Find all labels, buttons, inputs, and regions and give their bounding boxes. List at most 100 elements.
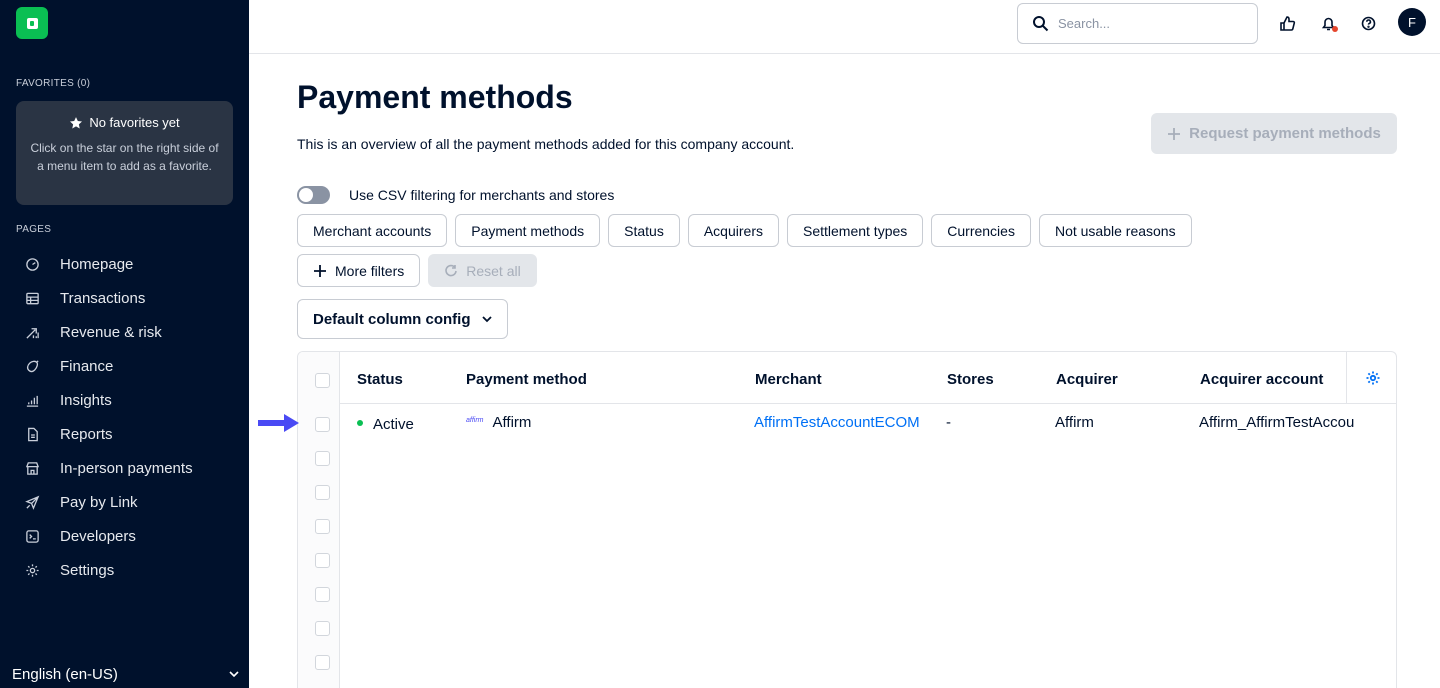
row-checkbox[interactable] — [315, 519, 330, 534]
column-header-stores[interactable]: Stores — [947, 371, 994, 388]
plus-icon — [314, 264, 326, 277]
filter-not-usable-reasons[interactable]: Not usable reasons — [1038, 214, 1192, 247]
sidebar-item-homepage[interactable]: Homepage — [0, 247, 249, 281]
feedback-icon[interactable] — [1276, 12, 1298, 34]
sidebar: FAVORITES (0) No favorites yet Click on … — [0, 0, 249, 688]
help-icon[interactable] — [1357, 12, 1379, 34]
affirm-logo-icon: affirm — [466, 416, 484, 424]
chart-arrow-icon — [24, 324, 40, 340]
app-root: FAVORITES (0) No favorites yet Click on … — [0, 0, 1440, 688]
sidebar-item-label: Pay by Link — [60, 493, 138, 511]
payment-method-cell: affirm Affirm — [466, 414, 531, 431]
favorites-empty-card: No favorites yet Click on the star on th… — [16, 101, 233, 205]
store-icon — [24, 460, 40, 476]
favorites-title: No favorites yet — [89, 115, 180, 130]
sidebar-item-pay-by-link[interactable]: Pay by Link — [0, 485, 249, 519]
filter-merchant-accounts[interactable]: Merchant accounts — [297, 214, 448, 247]
gear-icon — [24, 562, 40, 578]
sidebar-item-label: Finance — [60, 357, 114, 375]
more-filters-button[interactable]: More filters — [297, 254, 421, 287]
sidebar-nav: Homepage Transactions Revenue & risk Fin… — [0, 247, 249, 587]
column-header-acquirer-account[interactable]: Acquirer account — [1200, 371, 1323, 388]
plus-icon — [1168, 127, 1181, 140]
search-input[interactable] — [1058, 16, 1238, 31]
status-badge: Active — [373, 416, 414, 433]
column-header-merchant[interactable]: Merchant — [755, 371, 822, 388]
sidebar-item-settings[interactable]: Settings — [0, 553, 249, 587]
star-icon — [70, 116, 83, 128]
sidebar-item-in-person-payments[interactable]: In-person payments — [0, 451, 249, 485]
sidebar-item-developers[interactable]: Developers — [0, 519, 249, 553]
sidebar-item-label: Transactions — [60, 289, 146, 307]
filter-currencies[interactable]: Currencies — [931, 214, 1031, 247]
sidebar-item-revenue-risk[interactable]: Revenue & risk — [0, 315, 249, 349]
pointer-arrow-icon — [258, 414, 299, 432]
terminal-icon — [24, 528, 40, 544]
document-icon — [24, 426, 40, 442]
merchant-link[interactable]: AffirmTestAccountECOM — [754, 414, 920, 431]
coin-icon — [24, 358, 40, 374]
sidebar-item-insights[interactable]: Insights — [0, 383, 249, 417]
chevron-down-icon — [229, 671, 239, 678]
table-icon — [24, 290, 40, 306]
table-row: Active — [357, 416, 414, 433]
payment-methods-table: Status Payment method Merchant Stores Ac… — [297, 351, 1397, 688]
filter-payment-methods[interactable]: Payment methods — [455, 214, 601, 247]
search-icon — [1033, 16, 1049, 32]
pages-header: PAGES — [16, 224, 52, 235]
page-description: This is an overview of all the payment m… — [297, 136, 795, 152]
row-checkbox[interactable] — [315, 655, 330, 670]
csv-filter-label: Use CSV filtering for merchants and stor… — [349, 187, 615, 203]
sidebar-item-label: Developers — [60, 527, 136, 545]
select-all-checkbox[interactable] — [315, 373, 330, 388]
sidebar-item-reports[interactable]: Reports — [0, 417, 249, 451]
sidebar-item-label: Reports — [60, 425, 113, 443]
favorites-description: Click on the star on the right side of a… — [30, 141, 219, 173]
acquirer-cell: Affirm — [1055, 414, 1094, 431]
filter-settlement-types[interactable]: Settlement types — [786, 214, 924, 247]
paper-plane-icon — [24, 494, 40, 510]
filter-chips: Merchant accounts Payment methods Status… — [297, 214, 1192, 247]
checkbox-column — [298, 352, 340, 688]
gauge-icon — [24, 256, 40, 272]
sidebar-item-transactions[interactable]: Transactions — [0, 281, 249, 315]
top-bar: F — [249, 0, 1440, 54]
request-payment-methods-button[interactable]: Request payment methods — [1151, 113, 1397, 154]
brand-logo-icon[interactable] — [16, 7, 48, 39]
row-checkbox[interactable] — [315, 553, 330, 568]
language-selector[interactable]: English (en-US) — [12, 660, 242, 688]
csv-filter-toggle[interactable] — [297, 186, 330, 204]
bell-icon[interactable] — [1317, 12, 1339, 34]
row-checkbox[interactable] — [315, 587, 330, 602]
table-header: Status Payment method Merchant Stores Ac… — [340, 352, 1396, 433]
table-settings-button[interactable] — [1346, 352, 1396, 404]
filter-actions: More filters Reset all — [297, 254, 537, 287]
search-box[interactable] — [1017, 3, 1258, 44]
bar-chart-icon — [24, 392, 40, 408]
sidebar-item-label: Insights — [60, 391, 112, 409]
row-checkbox[interactable] — [315, 451, 330, 466]
row-checkbox[interactable] — [315, 485, 330, 500]
row-checkbox[interactable] — [315, 417, 330, 432]
acquirer-account-cell: Affirm_AffirmTestAccountECOM — [1199, 414, 1354, 431]
reset-all-button[interactable]: Reset all — [428, 254, 537, 287]
chevron-down-icon — [481, 316, 492, 323]
filter-acquirers[interactable]: Acquirers — [687, 214, 779, 247]
language-label: English (en-US) — [12, 665, 118, 683]
column-header-payment-method[interactable]: Payment method — [466, 371, 587, 388]
column-config-dropdown[interactable]: Default column config — [297, 299, 508, 339]
status-active-dot — [357, 420, 363, 427]
refresh-icon — [445, 264, 458, 276]
filter-status[interactable]: Status — [608, 214, 680, 247]
column-header-status[interactable]: Status — [357, 371, 403, 388]
avatar[interactable]: F — [1398, 8, 1426, 36]
payment-method-name: Affirm — [492, 414, 532, 431]
sidebar-item-finance[interactable]: Finance — [0, 349, 249, 383]
gear-icon — [1366, 371, 1379, 385]
sidebar-item-label: Revenue & risk — [60, 323, 162, 341]
page-title: Payment methods — [297, 79, 573, 115]
column-header-acquirer[interactable]: Acquirer — [1056, 371, 1118, 388]
row-checkbox[interactable] — [315, 621, 330, 636]
sidebar-item-label: In-person payments — [60, 459, 193, 477]
sidebar-item-label: Homepage — [60, 255, 134, 273]
